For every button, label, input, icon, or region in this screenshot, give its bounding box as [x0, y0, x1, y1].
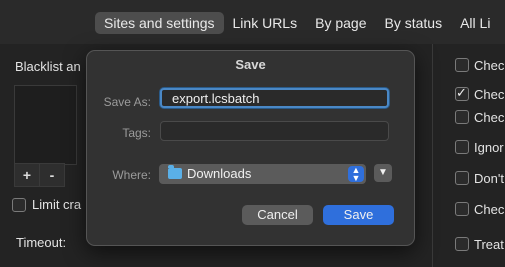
- where-select[interactable]: Downloads ▲ ▼: [159, 164, 366, 184]
- option-label-6: Chec: [474, 202, 505, 217]
- dialog-title: Save: [235, 57, 266, 72]
- option-checkbox-6[interactable]: [455, 202, 469, 216]
- add-blacklist-button[interactable]: +: [14, 163, 40, 187]
- expand-button[interactable]: ▼: [374, 164, 392, 182]
- option-checkbox-4[interactable]: [455, 140, 469, 154]
- tab-sites-and-settings[interactable]: Sites and settings: [95, 12, 224, 34]
- option-checkbox-1[interactable]: [455, 58, 469, 72]
- toolbar: Sites and settings Link URLs By page By …: [0, 0, 505, 44]
- option-label-7: Treat: [474, 237, 504, 252]
- save-as-input[interactable]: export.lcsbatch: [160, 88, 389, 108]
- tab-bar: Sites and settings Link URLs By page By …: [95, 12, 499, 34]
- folder-icon: [168, 165, 182, 179]
- option-label-3: Chec: [474, 110, 505, 125]
- tab-all-links[interactable]: All Li: [451, 12, 499, 34]
- option-label-4: Ignor: [474, 140, 504, 155]
- option-label-2: Chec: [474, 87, 505, 102]
- limit-crawl-checkbox[interactable]: [12, 198, 26, 212]
- option-checkbox-7[interactable]: [455, 237, 469, 251]
- pane-divider: [432, 44, 433, 267]
- option-checkbox-2[interactable]: [455, 85, 469, 101]
- save-button[interactable]: Save: [323, 205, 394, 225]
- option-checkbox-5[interactable]: [455, 171, 469, 185]
- chevron-down-icon: ▼: [378, 167, 388, 178]
- tab-link-urls[interactable]: Link URLs: [224, 12, 307, 34]
- timeout-label: Timeout:: [16, 235, 67, 250]
- tags-label: Tags:: [122, 126, 151, 140]
- blacklist-label: Blacklist an: [15, 59, 81, 74]
- where-label: Where:: [112, 168, 151, 182]
- option-label-5: Don't: [474, 171, 504, 186]
- tab-by-status[interactable]: By status: [375, 12, 451, 34]
- chevron-updown-icon: ▲ ▼: [348, 166, 364, 183]
- option-label-1: Chec: [474, 58, 505, 73]
- limit-crawl-label: Limit cra: [32, 197, 82, 212]
- blacklist-list[interactable]: [14, 85, 77, 165]
- tab-by-page[interactable]: By page: [306, 12, 375, 34]
- option-checkbox-3[interactable]: [455, 110, 469, 124]
- cancel-button[interactable]: Cancel: [242, 205, 313, 225]
- remove-blacklist-button[interactable]: -: [39, 163, 65, 187]
- tags-input[interactable]: [160, 121, 389, 141]
- save-as-label: Save As:: [103, 95, 151, 109]
- where-value: Downloads: [187, 166, 252, 181]
- save-dialog: Save Save As: export.lcsbatch Tags: Wher…: [86, 50, 415, 246]
